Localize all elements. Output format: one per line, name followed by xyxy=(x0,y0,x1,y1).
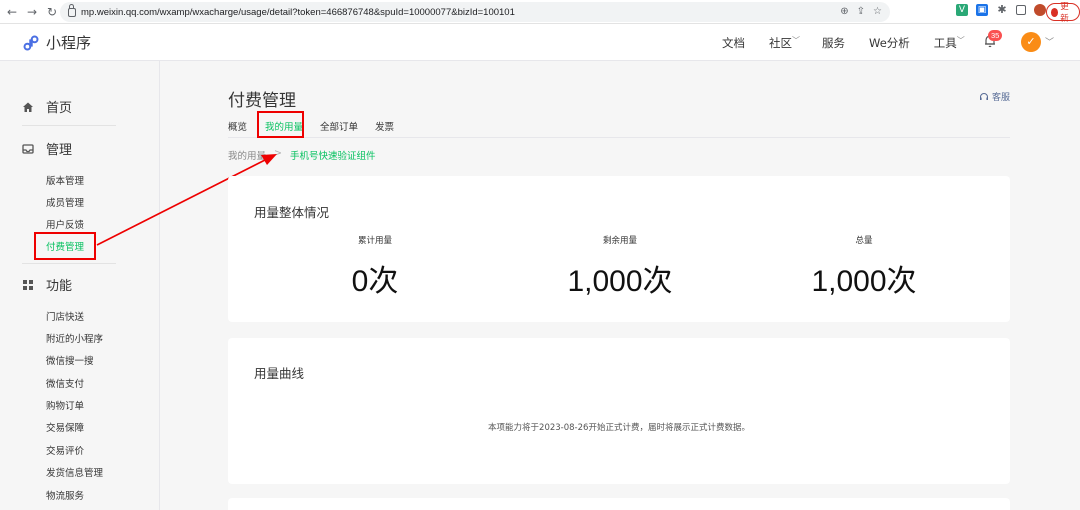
stat-value: 1,000次 xyxy=(567,265,673,298)
sidebar-group-label: 管理 xyxy=(46,143,73,158)
sidebar-group-label: 功能 xyxy=(46,279,73,294)
sidebar-item-feedback[interactable]: 用户反馈 xyxy=(46,217,84,231)
address-bar[interactable]: mp.weixin.qq.com/wxamp/wxacharge/usage/d… xyxy=(60,2,890,22)
stat-total: 总量 1,000次 xyxy=(774,234,954,300)
side-panel-icon[interactable] xyxy=(1016,5,1026,15)
home-icon xyxy=(23,102,33,112)
nav-community[interactable]: 社区 xyxy=(769,35,792,51)
sidebar-divider xyxy=(22,263,116,264)
stat-label: 累计用量 xyxy=(357,236,392,246)
sidebar-item-shopping-orders[interactable]: 购物订单 xyxy=(46,398,84,412)
sidebar-item-logistics[interactable]: 物流服务 xyxy=(46,488,84,502)
profile-icon[interactable] xyxy=(1034,4,1046,16)
sidebar-group-features[interactable]: 功能 xyxy=(22,275,72,294)
next-card xyxy=(228,498,1010,510)
usage-curve-title: 用量曲线 xyxy=(254,366,305,381)
app-name: 小程序 xyxy=(46,34,92,52)
highlight-box xyxy=(34,232,96,260)
headset-icon xyxy=(980,92,988,100)
reload-icon[interactable]: ↻ xyxy=(44,5,60,19)
extensions-puzzle-icon[interactable]: ✱ xyxy=(996,4,1008,16)
sidebar-item-nearby[interactable]: 附近的小程序 xyxy=(46,331,103,345)
billing-notice: 本项能力将于2023-08-26开始正式计费，届时将展示正式计费数据。 xyxy=(488,423,750,433)
tab-invoice[interactable]: 发票 xyxy=(375,119,394,133)
lock-icon xyxy=(68,3,76,17)
tab-all-orders[interactable]: 全部订单 xyxy=(320,119,358,133)
top-nav: 文档 社区 ﹀ 服务 We分析 工具 ﹀ xyxy=(722,35,965,51)
page-title: 付费管理 xyxy=(228,91,296,111)
usage-curve-card: 用量曲线 本项能力将于2023-08-26开始正式计费，届时将展示正式计费数据。 xyxy=(228,338,1010,484)
stat-label: 总量 xyxy=(855,236,873,246)
sidebar-group-home[interactable]: 首页 xyxy=(22,97,72,116)
tab-overview[interactable]: 概览 xyxy=(228,119,247,133)
usage-overview-title: 用量整体情况 xyxy=(254,205,330,220)
stat-value: 1,000次 xyxy=(811,265,917,298)
nav-services[interactable]: 服务 xyxy=(822,35,845,51)
update-button[interactable]: 更新 xyxy=(1046,1,1080,23)
nav-analytics[interactable]: We分析 xyxy=(869,35,910,51)
stat-cumulative: 累计用量 0次 xyxy=(285,234,465,300)
stat-value: 0次 xyxy=(351,265,399,298)
logo[interactable]: 小程序 xyxy=(22,32,91,53)
zoom-icon[interactable]: ⊕ xyxy=(840,6,848,17)
sidebar-item-search[interactable]: 微信搜一搜 xyxy=(46,353,94,367)
highlight-box xyxy=(257,111,304,138)
breadcrumb-current: 手机号快速验证组件 xyxy=(289,151,376,162)
url-text[interactable]: mp.weixin.qq.com/wxamp/wxacharge/usage/d… xyxy=(81,7,515,18)
update-label: 更新 xyxy=(1060,1,1069,23)
tab-bar: 概览 我的用量 全部订单 发票 xyxy=(228,116,1010,138)
sidebar-item-trade-guarantee[interactable]: 交易保障 xyxy=(46,420,84,434)
sidebar: 首页 管理 版本管理 成员管理 用户反馈 付费管理 功能 门店快送 附近的小程序… xyxy=(0,61,160,510)
miniprogram-logo-icon xyxy=(23,35,39,50)
nav-tools[interactable]: 工具 xyxy=(934,35,957,51)
chevron-down-icon: ﹀ xyxy=(792,36,800,45)
browser-toolbar: ← → ↻ mp.weixin.qq.com/wxamp/wxacharge/u… xyxy=(0,0,1080,24)
stat-label: 剩余用量 xyxy=(602,236,637,246)
chevron-down-icon: ﹀ xyxy=(956,36,965,45)
sidebar-item-shipping-info[interactable]: 发货信息管理 xyxy=(46,465,103,479)
sidebar-item-trade-review[interactable]: 交易评价 xyxy=(46,443,84,457)
inbox-icon xyxy=(22,143,34,154)
stat-remaining: 剩余用量 1,000次 xyxy=(530,234,710,300)
sidebar-divider xyxy=(22,125,116,126)
share-icon[interactable]: ⇪ xyxy=(857,6,865,17)
extension-v-icon[interactable]: V xyxy=(956,4,968,16)
app-header: 小程序 文档 社区 ﹀ 服务 We分析 工具 ﹀ 35 ✓ ﹀ xyxy=(0,24,1080,61)
grid-icon xyxy=(23,279,33,290)
bookmark-star-icon[interactable]: ☆ xyxy=(873,6,882,17)
extension-square-icon[interactable]: ▣ xyxy=(976,4,988,16)
forward-icon[interactable]: → xyxy=(24,5,40,19)
notification-badge: 35 xyxy=(988,30,1003,41)
sidebar-item-wechat-pay[interactable]: 微信支付 xyxy=(46,376,84,390)
customer-service-label: 客服 xyxy=(992,93,1011,103)
chevron-down-icon[interactable]: ﹀ xyxy=(1045,35,1054,48)
customer-service-link[interactable]: 客服 xyxy=(979,90,1010,103)
back-icon[interactable]: ← xyxy=(4,5,20,19)
sidebar-group-label: 首页 xyxy=(46,101,73,116)
sidebar-group-manage[interactable]: 管理 xyxy=(22,139,72,158)
update-dot-icon xyxy=(1051,7,1059,17)
sidebar-item-version[interactable]: 版本管理 xyxy=(46,173,84,187)
sidebar-item-store-delivery[interactable]: 门店快送 xyxy=(46,309,84,323)
avatar[interactable]: ✓ xyxy=(1021,32,1041,52)
usage-overview-card: 用量整体情况 累计用量 0次 剩余用量 1,000次 总量 1,000次 xyxy=(228,176,1010,322)
sidebar-item-members[interactable]: 成员管理 xyxy=(46,195,84,209)
nav-docs[interactable]: 文档 xyxy=(722,35,745,51)
